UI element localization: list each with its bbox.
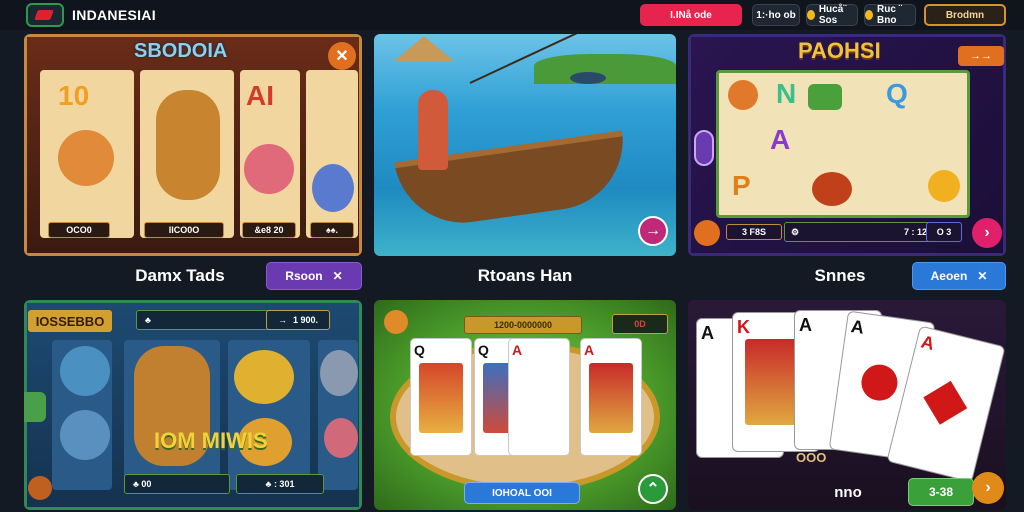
play-arrow-icon[interactable]: → (638, 216, 668, 246)
left-arrow-handle[interactable] (694, 130, 714, 166)
creature-icon (320, 350, 358, 396)
game-card-poker[interactable]: A K A A A OOO 3-38 › (688, 300, 1006, 510)
coin-icon (928, 170, 960, 202)
close-icon: ✕ (977, 269, 988, 283)
game-card-playing-cards[interactable]: 1200-0000000 0D Q Q A A IOHOAL OOI ⌃ (374, 300, 676, 510)
game-label: Snnes (814, 266, 866, 285)
diamond-suit-face (923, 380, 968, 425)
play-button[interactable]: IOHOAL OOI (464, 482, 580, 504)
game-card-slot-creatures[interactable]: IOSSEBBO ♣ → 1 900. IOM MIWIS ♣ 00 ♣ : 3… (24, 300, 362, 510)
close-icon[interactable]: ✕ (328, 42, 356, 70)
queen-card-face (419, 363, 463, 433)
game-card-slot-animals[interactable]: SBODOIA ✕ 10 AI OCO0 IICO0O &e8 20 ♠♠. (24, 34, 362, 256)
logo[interactable] (26, 3, 64, 27)
game-label: Rtoans Han (477, 266, 573, 285)
king-card-face (589, 363, 633, 433)
creature-icon (60, 346, 110, 396)
arrows-badge[interactable]: →→ (958, 46, 1004, 66)
brand-name: INDANESIAI (72, 7, 156, 23)
shoe-icon (808, 84, 842, 110)
win-banner: IOM MIWIS (154, 428, 268, 453)
bag-icon (812, 172, 852, 206)
spin-icon[interactable]: ⌃ (638, 474, 668, 504)
next-arrow-icon[interactable]: › (972, 472, 1004, 504)
fox-icon (58, 130, 114, 186)
cat-icon (312, 164, 354, 212)
game-action-button[interactable]: Rsoon ✕ (266, 262, 362, 290)
game-action-button[interactable]: Aeoen ✕ (912, 262, 1006, 290)
pig-icon (244, 144, 294, 194)
top-bar: INDANESIAI I.INå ode 1:·ho ob Hucå¨ Sos … (0, 0, 1024, 30)
bet-button[interactable]: 3-38 (908, 478, 974, 506)
fisherman-icon (418, 90, 448, 170)
game-label: Damx Tads (135, 266, 225, 285)
time-pill[interactable]: 1:·ho ob (752, 4, 800, 26)
game-label: nno (834, 484, 862, 501)
cat-icon (234, 350, 294, 404)
bet-down-icon[interactable] (694, 220, 720, 246)
balance-pill[interactable]: Hucå¨ Sos (806, 4, 858, 26)
ace-card-face (517, 363, 561, 433)
monkey-icon (156, 90, 220, 200)
coin-icon (807, 10, 815, 20)
login-button[interactable]: Brodmn (924, 4, 1006, 26)
creature-icon (324, 418, 358, 458)
fish-icon (570, 72, 606, 84)
close-icon: ✕ (332, 269, 343, 283)
game-title: PAOHSI (798, 38, 881, 63)
creature-icon (60, 410, 110, 460)
game-title: SBODOIA (134, 40, 228, 62)
bonus-pill[interactable]: Ruc ¨ Bno (864, 4, 916, 26)
home-icon[interactable] (384, 310, 408, 334)
game-card-slot-letters[interactable]: PAOHSI →→ N Q A P 3 F8S ⚙ 7 : 12 O 3 › (688, 34, 1006, 256)
poker-banner: OOO (796, 450, 827, 465)
bet-down-icon[interactable] (28, 476, 52, 500)
reel (306, 70, 358, 238)
game-title: IOSSEBBO (28, 310, 112, 332)
promo-pill[interactable]: I.INå ode (640, 4, 742, 26)
spin-arrow-icon[interactable]: › (972, 218, 1002, 248)
side-handle[interactable] (24, 392, 46, 422)
game-card-fishing[interactable]: → (374, 34, 676, 256)
gem-icon (728, 80, 758, 110)
spade-ace-face (859, 362, 900, 403)
coin-icon (865, 10, 874, 20)
